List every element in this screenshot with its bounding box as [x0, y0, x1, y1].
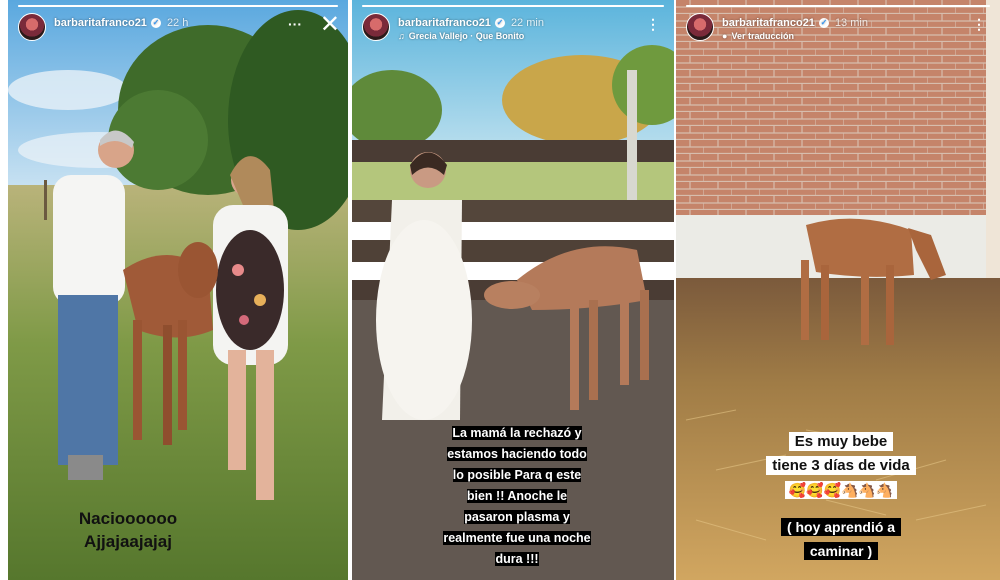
translate-link[interactable]: Ver traducción — [731, 31, 794, 41]
caption-line: tiene 3 días de vida — [766, 456, 916, 475]
story-progress — [362, 5, 664, 7]
caption-line: Nacioooooo — [78, 509, 178, 528]
story-header: barbaritafranco21 ✓ 22 min ♫ Grecia Vall… — [362, 11, 664, 45]
close-icon[interactable]: ✕ — [320, 13, 340, 37]
music-label[interactable]: Grecia Vallejo · Que Bonito — [409, 31, 525, 41]
caption-line: ( hoy aprendió a — [780, 518, 902, 536]
story-caption-bottom: ( hoy aprendió a caminar ) — [741, 515, 941, 563]
verified-icon: ✓ — [150, 18, 161, 28]
caption-line: dura !!! — [495, 552, 539, 566]
emoji-line: 🥰🥰🥰🐴🐴🐴 — [784, 481, 898, 499]
caption-line: La mamá la rechazó y — [452, 426, 582, 440]
caption-line: pasaron plasma y — [464, 510, 570, 524]
story-2[interactable]: barbaritafranco21 ✓ 22 min ♫ Grecia Vall… — [352, 0, 674, 580]
story-1[interactable]: barbaritafranco21 ✓ 22 h ··· ✕ Naciooooo… — [8, 0, 348, 580]
timestamp: 22 min — [510, 17, 544, 29]
timestamp: 13 min — [834, 17, 868, 29]
avatar[interactable] — [18, 13, 46, 41]
caption-line: realmente fue una noche — [443, 531, 591, 545]
avatar[interactable] — [686, 13, 714, 41]
story-caption-top: Es muy bebe tiene 3 días de vida 🥰🥰🥰🐴🐴🐴 — [736, 430, 946, 503]
verified-icon: ✓ — [818, 18, 829, 28]
story-3[interactable]: barbaritafranco21 ✓ 13 min ● Ver traducc… — [676, 0, 1000, 580]
story-progress — [18, 5, 338, 7]
translate-icon: ● — [722, 31, 728, 41]
caption-line: Es muy bebe — [788, 432, 894, 451]
story-caption: Nacioooooo Ajjajaajajaj — [58, 507, 198, 553]
music-note-icon: ♫ — [398, 31, 405, 41]
more-icon[interactable]: ⋮ — [972, 17, 986, 31]
caption-line: lo posible Para q este — [452, 468, 582, 482]
more-icon[interactable]: ⋮ — [646, 17, 660, 31]
username[interactable]: barbaritafranco21 — [398, 17, 491, 29]
story-caption: La mamá la rechazó y estamos haciendo to… — [412, 423, 622, 570]
username[interactable]: barbaritafranco21 — [54, 17, 147, 29]
caption-line: caminar ) — [803, 542, 879, 560]
story-header: barbaritafranco21 ✓ 13 min ● Ver traducc… — [686, 11, 990, 45]
story-1-photo — [8, 0, 348, 580]
avatar[interactable] — [362, 13, 390, 41]
timestamp: 22 h — [166, 17, 189, 29]
username[interactable]: barbaritafranco21 — [722, 17, 815, 29]
caption-line: bien !! Anoche le — [466, 489, 568, 503]
story-progress — [686, 5, 990, 7]
story-header: barbaritafranco21 ✓ 22 h ··· ✕ — [18, 11, 340, 45]
caption-line: estamos haciendo todo — [447, 447, 587, 461]
caption-line: Ajjajaajajaj — [84, 532, 172, 551]
verified-icon: ✓ — [494, 18, 505, 28]
more-icon[interactable]: ··· — [288, 17, 302, 31]
